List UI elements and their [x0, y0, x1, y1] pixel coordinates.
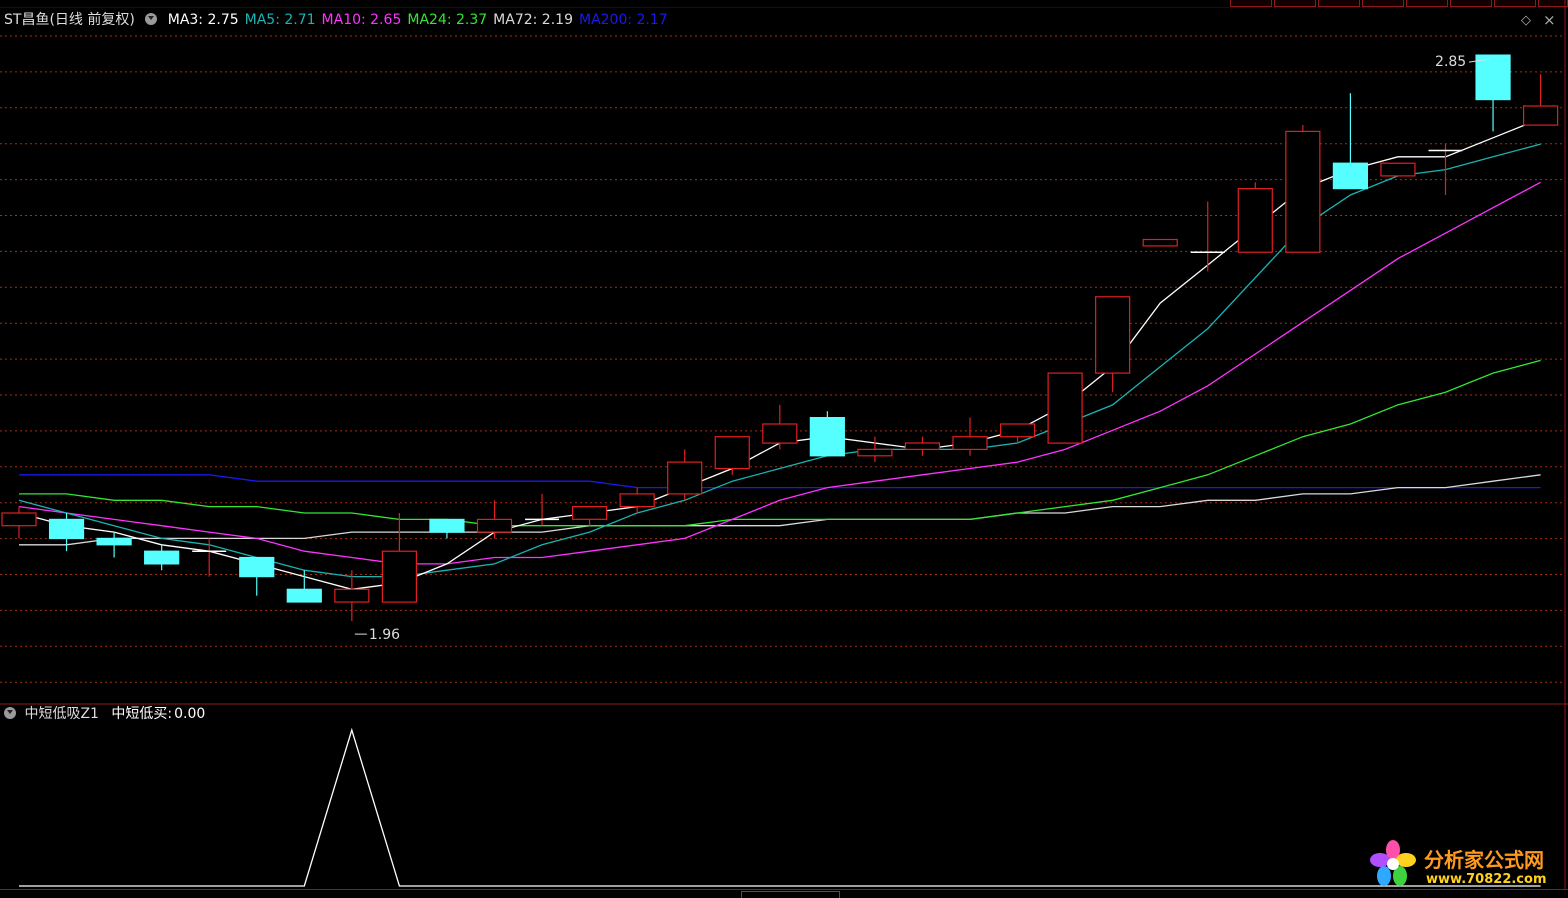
close-icon[interactable]: ×	[1543, 11, 1556, 29]
ma72-line	[19, 474, 1541, 546]
candle	[714, 436, 750, 475]
candle	[1142, 238, 1178, 247]
chart-period: (日线 前复权)	[49, 12, 135, 28]
chevron-down-icon[interactable]	[145, 13, 158, 25]
candle	[192, 538, 227, 577]
candle	[381, 513, 417, 603]
candle-body	[714, 436, 750, 470]
candle-body	[48, 518, 85, 540]
indicator-name[interactable]: 中短低吸Z1	[24, 706, 99, 722]
kline-chart[interactable]: 2.85 1.96	[0, 0, 1568, 897]
indicator-series-line	[19, 727, 1541, 887]
candle-body	[286, 588, 322, 603]
ma-legend-item: MA200: 2.17	[578, 12, 668, 28]
candle	[48, 513, 85, 552]
candle	[571, 506, 608, 526]
candle	[999, 423, 1036, 443]
candle	[952, 417, 988, 456]
candle-body	[429, 518, 465, 533]
indicator-value-label: 中短低买:	[111, 706, 173, 722]
candle	[239, 556, 275, 596]
candle	[1190, 201, 1225, 272]
watermark: 分析家公式网 www.70822.com	[1368, 838, 1564, 890]
candle-body	[381, 550, 417, 603]
watermark-name: 分析家公式网	[1424, 848, 1544, 872]
candle-body	[144, 550, 180, 565]
candle	[1332, 93, 1369, 190]
chart-title-bar: ST昌鱼(日线 前复权) MA3: 2.75 MA5: 2.71 MA10: 2.6…	[4, 11, 680, 29]
candle-body	[762, 423, 798, 444]
indicator-value: 0.00	[174, 706, 206, 722]
indicator-line	[19, 727, 1541, 887]
candle-body	[1, 512, 37, 527]
candle-body	[1285, 130, 1321, 253]
high-price-label: 2.85	[1435, 54, 1466, 70]
ma-legend-item: MA24: 2.37	[407, 12, 488, 28]
stock-name[interactable]: ST昌鱼	[4, 12, 49, 28]
candle-body	[904, 442, 941, 451]
candle-body	[1142, 238, 1178, 247]
candle-body	[1047, 372, 1083, 444]
candle-body	[1475, 54, 1511, 101]
ma-legend-item: MA10: 2.65	[321, 12, 402, 28]
candle	[1237, 182, 1273, 253]
candle-body	[1237, 188, 1273, 253]
grid-lines	[0, 35, 1562, 683]
candle	[1, 506, 37, 539]
low-price-label: 1.96	[369, 627, 400, 643]
ma-legend: MA3: 2.75 MA5: 2.71 MA10: 2.65 MA24: 2.37 MA…	[168, 12, 674, 28]
flower-logo-icon	[1370, 840, 1416, 886]
candle	[1047, 372, 1083, 444]
ma-legend-item: MA3: 2.75	[167, 12, 239, 28]
candle	[1522, 74, 1559, 126]
diamond-icon[interactable]: ◇	[1521, 13, 1531, 28]
candle-body	[1332, 162, 1369, 190]
candle-body	[1095, 296, 1131, 374]
candle	[525, 493, 560, 526]
candle-body	[239, 556, 275, 578]
candle	[762, 404, 798, 450]
candle	[667, 449, 703, 501]
candle	[1095, 296, 1131, 393]
watermark-url: www.70822.com	[1426, 872, 1547, 887]
candle	[904, 436, 941, 456]
candle	[809, 411, 845, 457]
candle-body	[96, 537, 132, 546]
candle-body	[999, 423, 1036, 438]
chevron-down-icon[interactable]	[4, 707, 16, 719]
candle-body	[952, 436, 988, 451]
candle-body	[857, 448, 893, 457]
candle	[1380, 162, 1416, 177]
candle	[144, 544, 180, 571]
candle	[476, 500, 513, 539]
candle	[1475, 54, 1511, 132]
candle-body	[1522, 105, 1559, 126]
candle-body	[571, 506, 608, 520]
indicator-title-bar: 中短低吸Z1 中短低买: 0.00	[4, 705, 209, 723]
candle-body	[619, 493, 655, 508]
candle	[334, 570, 370, 622]
ma-legend-item: MA5: 2.71	[244, 12, 316, 28]
ma200-line	[19, 474, 1541, 489]
candle	[429, 518, 465, 539]
ma-legend-item: MA72: 2.19	[493, 12, 573, 28]
candle	[857, 436, 893, 463]
candle	[1285, 125, 1321, 253]
candle-body	[1380, 162, 1416, 177]
candle-body	[809, 417, 845, 457]
candle-body	[334, 588, 370, 603]
candle-body	[667, 461, 703, 495]
candle-body	[476, 518, 513, 533]
